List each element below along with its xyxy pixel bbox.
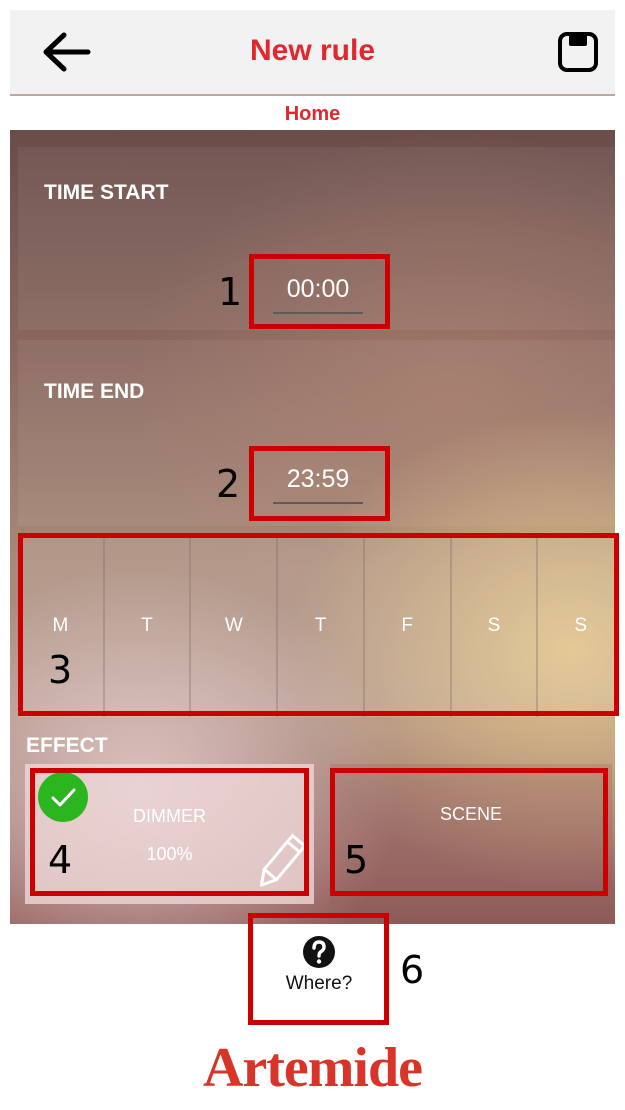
location-subtitle: Home <box>10 96 615 130</box>
app-header: New rule <box>10 10 615 94</box>
time-end-label: TIME END <box>44 380 145 403</box>
brand-logo: Artemide <box>202 1037 423 1099</box>
annotation-number-1: 1 <box>218 270 243 314</box>
annotation-box-5 <box>330 768 608 896</box>
annotation-number-5: 5 <box>344 838 369 882</box>
annotation-box-1 <box>249 254 390 329</box>
annotation-box-2 <box>249 446 390 521</box>
annotation-box-6 <box>248 913 389 1025</box>
save-button[interactable] <box>556 30 600 74</box>
annotation-number-3: 3 <box>48 648 73 692</box>
annotation-number-4: 4 <box>48 838 73 882</box>
effect-label: EFFECT <box>26 734 108 757</box>
annotation-box-3 <box>18 533 619 716</box>
annotation-number-6: 6 <box>400 948 425 992</box>
floppy-disk-icon <box>558 32 598 72</box>
page-title: New rule <box>249 34 376 67</box>
time-start-label: TIME START <box>44 181 169 204</box>
annotation-number-2: 2 <box>216 462 241 506</box>
